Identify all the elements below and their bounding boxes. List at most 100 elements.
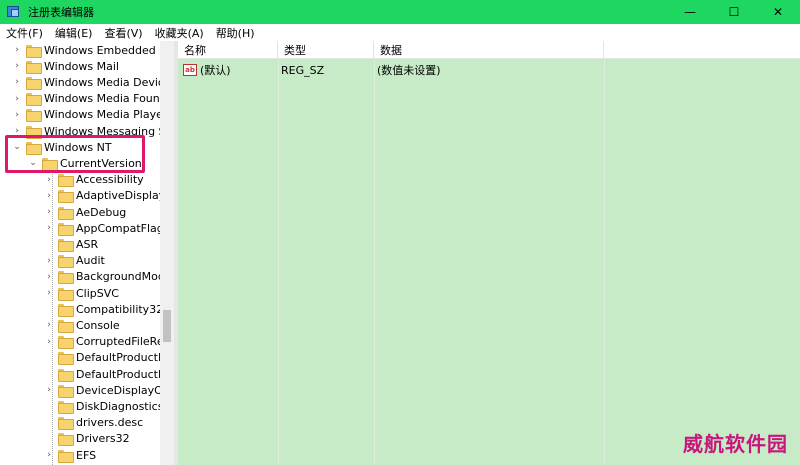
folder-icon — [26, 109, 42, 123]
folder-icon — [58, 238, 74, 252]
folder-icon — [58, 319, 74, 333]
menu-favorites[interactable]: 收藏夹(A) — [149, 25, 210, 41]
tree-item[interactable]: › Windows Media Founda — [12, 91, 173, 107]
string-value-icon: ab — [183, 64, 197, 76]
folder-icon — [26, 44, 42, 58]
tree-item-label: AeDebug — [76, 205, 127, 219]
tree-item-label: Drivers32 — [76, 432, 130, 446]
column-header-name[interactable]: 名称 — [178, 41, 278, 59]
tree-item-label: AppCompatFlags — [76, 221, 170, 235]
tree-item[interactable]: Compatibility32 — [44, 301, 163, 317]
tree-item[interactable]: › ClipSVC — [44, 285, 119, 301]
folder-icon — [58, 368, 74, 382]
regedit-app-icon — [6, 5, 22, 19]
folder-icon — [58, 384, 74, 398]
tree-item[interactable]: DiskDiagnostics — [44, 398, 163, 414]
values-list[interactable]: 名称 类型 数据 ab (默认) REG_SZ (数值未设置) — [178, 41, 800, 465]
expand-arrow-icon[interactable]: › — [12, 42, 22, 58]
folder-icon — [26, 60, 42, 74]
column-header-type[interactable]: 类型 — [278, 41, 374, 59]
tree-item-label: ASR — [76, 237, 99, 251]
tree-item[interactable]: › CorruptedFileReco — [44, 334, 174, 350]
folder-icon — [58, 287, 74, 301]
expand-arrow-icon[interactable]: › — [12, 58, 22, 74]
tree-item[interactable]: › Audit — [44, 253, 105, 269]
tree-item[interactable]: › AppCompatFlags — [44, 220, 170, 236]
folder-icon — [58, 206, 74, 220]
tree-item[interactable]: › DeviceDisplayObje — [44, 382, 174, 398]
tree-item-label: Windows Media Player N — [44, 108, 174, 122]
tree-item-label: Windows Media Founda — [44, 92, 174, 106]
tree-item-label: drivers.desc — [76, 416, 144, 430]
menu-edit[interactable]: 编辑(E) — [49, 25, 99, 41]
folder-icon — [26, 93, 42, 107]
folder-icon — [58, 336, 74, 350]
expand-arrow-icon[interactable]: › — [12, 91, 22, 107]
folder-icon — [58, 352, 74, 366]
tree-item[interactable]: › Windows Media Player N — [12, 107, 174, 123]
tree-item-label: Windows Embedded — [44, 43, 156, 57]
registry-tree[interactable]: › Windows Embedded › Windows Mail › Windows M… — [0, 41, 174, 465]
tree-scrollbar[interactable] — [160, 41, 174, 465]
tree-scrollbar-thumb[interactable] — [163, 310, 171, 342]
tree-item-label: Windows Mail — [44, 59, 119, 73]
folder-icon — [58, 190, 74, 204]
column-divider — [604, 59, 605, 465]
menu-view[interactable]: 查看(V) — [98, 25, 148, 41]
tree-item[interactable]: › AdaptiveDisplayBr — [44, 188, 174, 204]
watermark-text: 威航软件园 — [683, 432, 788, 456]
tree-item[interactable]: DefaultProductKey — [44, 350, 174, 366]
column-divider — [374, 59, 375, 465]
window-controls: — ☐ ✕ — [668, 0, 800, 24]
column-divider — [278, 59, 279, 465]
tree-guide-line — [52, 171, 53, 465]
expand-arrow-icon[interactable]: › — [12, 74, 22, 90]
tree-item[interactable]: › Console — [44, 317, 120, 333]
tree-item-label: Console — [76, 318, 120, 332]
expand-arrow-icon[interactable]: › — [12, 107, 22, 123]
folder-icon — [26, 76, 42, 90]
tree-item[interactable]: › BackgroundMode — [44, 269, 172, 285]
value-type: REG_SZ — [281, 63, 325, 77]
tree-item-label: Compatibility32 — [76, 302, 164, 316]
maximize-button[interactable]: ☐ — [712, 0, 756, 24]
folder-icon — [58, 433, 74, 447]
folder-icon — [58, 222, 74, 236]
value-name: (默认) — [200, 64, 231, 77]
tree-item-label: Windows Media Device I — [44, 75, 174, 89]
menu-file[interactable]: 文件(F) — [0, 25, 49, 41]
tree-item-label: DiskDiagnostics — [76, 399, 164, 413]
tree-item[interactable]: drivers.desc — [44, 415, 143, 431]
column-header-data[interactable]: 数据 — [374, 41, 604, 59]
tree-item-label: ClipSVC — [76, 286, 119, 300]
tree-item-label: BackgroundMode — [76, 270, 172, 284]
list-item[interactable]: ab (默认) REG_SZ (数值未设置) — [178, 61, 800, 79]
tree-item[interactable]: › Windows Mail — [12, 58, 119, 74]
close-button[interactable]: ✕ — [756, 0, 800, 24]
folder-icon — [58, 255, 74, 269]
tree-item-label: Accessibility — [76, 173, 144, 187]
tree-item-label: EFS — [76, 448, 97, 462]
folder-icon — [58, 417, 74, 431]
tree-item[interactable]: Drivers32 — [44, 431, 130, 447]
folder-icon — [58, 271, 74, 285]
folder-icon — [58, 303, 74, 317]
tree-item[interactable]: › Windows Embedded — [12, 42, 156, 58]
tree-item[interactable]: DefaultProductKey — [44, 366, 174, 382]
title-bar[interactable]: 注册表编辑器 — ☐ ✕ — [0, 0, 800, 24]
folder-icon — [58, 400, 74, 414]
folder-icon — [58, 449, 74, 463]
tree-item[interactable]: › AeDebug — [44, 204, 126, 220]
tree-item[interactable]: › Accessibility — [44, 172, 144, 188]
column-header-empty — [604, 41, 800, 59]
menu-help[interactable]: 帮助(H) — [210, 25, 261, 41]
tree-item[interactable]: › Windows Media Device I — [12, 74, 174, 90]
minimize-button[interactable]: — — [668, 0, 712, 24]
folder-icon — [58, 174, 74, 188]
menu-bar: 文件(F) 编辑(E) 查看(V) 收藏夹(A) 帮助(H) — [0, 24, 800, 41]
value-data: (数值未设置) — [377, 64, 441, 77]
list-header: 名称 类型 数据 — [178, 41, 800, 59]
tree-item-label: Audit — [76, 254, 105, 268]
highlight-box — [5, 135, 145, 173]
window-title: 注册表编辑器 — [28, 6, 94, 19]
